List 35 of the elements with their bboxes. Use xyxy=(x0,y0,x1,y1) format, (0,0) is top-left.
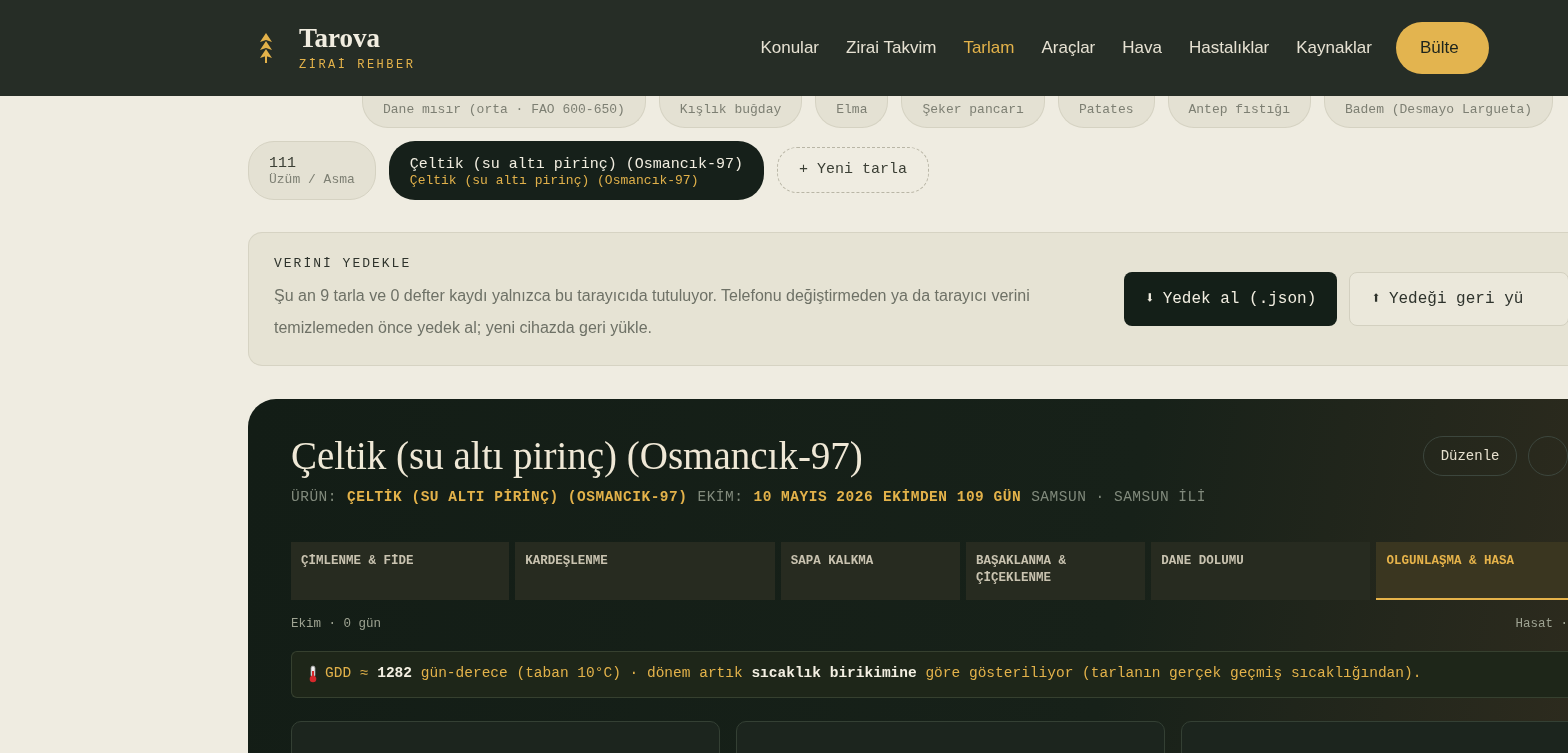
timeline-end: Hasat · xyxy=(1515,615,1568,633)
stage-tab[interactable]: OLGUNLAŞMA & HASA xyxy=(1376,541,1568,600)
nav-link[interactable]: Zirai Takvim xyxy=(846,35,937,61)
restore-backup-button[interactable]: ⬆ Yedeği geri yü xyxy=(1349,272,1568,326)
nav-link[interactable]: Araçlar xyxy=(1041,35,1096,61)
meta-label: ÜRÜN: xyxy=(291,488,337,507)
download-backup-button[interactable]: ⬇ Yedek al (.json) xyxy=(1124,272,1338,326)
add-field-button[interactable]: + Yeni tarla xyxy=(776,147,929,193)
timeline-start: Ekim · 0 gün xyxy=(291,615,381,633)
nav-link[interactable]: Hava xyxy=(1122,35,1162,61)
stage-tab[interactable]: SAPA KALKMA xyxy=(780,541,960,600)
leaf-logo-icon xyxy=(258,32,274,64)
panel-title: VERİNİ YEDEKLE xyxy=(274,255,413,274)
logo-name: Tarova xyxy=(299,22,382,53)
meta-label: EKİM: xyxy=(697,488,744,507)
field-chip[interactable]: 111 Üzüm / Asma xyxy=(248,141,376,200)
stage-tab[interactable]: DANE DOLUMU xyxy=(1151,541,1371,600)
nav-link[interactable]: Tarlam xyxy=(963,35,1015,61)
stage-tab[interactable]: KARDEŞLENME xyxy=(515,541,775,600)
nav-link[interactable]: Kaynaklar xyxy=(1296,35,1372,61)
field-title: Çeltik (su altı pirinç) (Osmancık-97) xyxy=(291,433,864,479)
backup-description: Şu an 9 tarla ve 0 defter kaydı yalnızca bu tarayıcıda tutuluyor. Telefonu değiştirmeden ya da tarayıcı verini temizlemeden önce yedek al; yeni cihazda geri yükle. xyxy=(274,285,1031,338)
logo-tagline: ZİRAİ REHBER xyxy=(299,56,416,74)
meta-label: SAMSUN · SAMSUN İLİ xyxy=(1031,488,1206,507)
nav-link[interactable]: Konular xyxy=(760,35,820,61)
gdd-note: GDD ≈ 1282 gün-derece (taban 10°C) · dönem artık sıcaklık birikimine göre gösteriliyor (tarlanın gerçek geçmiş sıcaklığından). xyxy=(325,664,1422,684)
stage-tab[interactable]: ÇİMLENME & FİDE xyxy=(291,541,510,600)
nav-link[interactable]: Hastalıklar xyxy=(1188,35,1270,61)
meta-value: EKİMDEN 109 GÜN xyxy=(883,488,1022,507)
field-chip[interactable]: Çeltik (su altı pirinç) (Osmancık-97) Çeltik (su altı pirinç) (Osmancık-97) xyxy=(388,141,764,200)
meta-value: ÇELTİK (SU ALTI PİRİNÇ) (OSMANCIK-97) xyxy=(347,488,688,507)
meta-value: 10 MAYIS 2026 xyxy=(753,488,874,507)
newsletter-button[interactable]: Bülte xyxy=(1395,22,1489,74)
stage-tab[interactable]: BAŞAKLANMA & ÇİÇEKLENME xyxy=(965,541,1146,600)
thermometer-icon xyxy=(308,665,318,683)
